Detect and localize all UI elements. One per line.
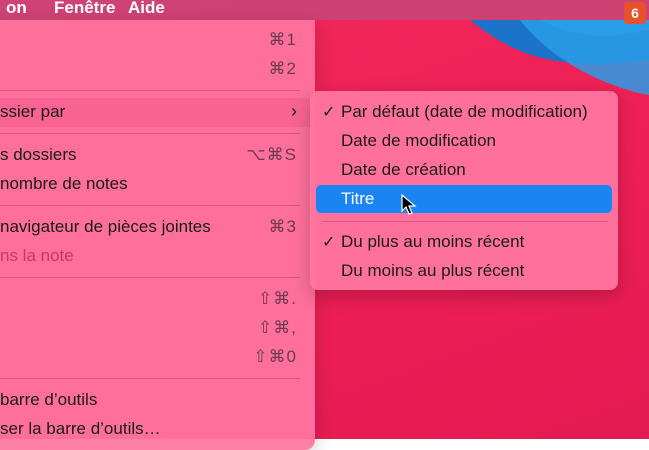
menu-item-label: nombre de notes bbox=[0, 174, 128, 193]
menu-bar: on Fenêtre Aide 6 bbox=[0, 0, 649, 24]
submenu-item-newest-first[interactable]: ✓ Du plus au moins récent bbox=[316, 228, 612, 256]
submenu-item-oldest-first[interactable]: Du moins au plus récent bbox=[316, 257, 612, 285]
dropdown-menu: ⌘1 ⌘2 ssier par › s dossiers ⌥⌘S nombre … bbox=[0, 20, 315, 450]
menubar-item-aide[interactable]: Aide bbox=[122, 0, 171, 20]
menu-item-shortcut: ⇧⌘0 bbox=[253, 347, 297, 366]
menu-item-shortcut: ⌘2 bbox=[268, 59, 297, 78]
submenu-item-label: Par défaut (date de modification) bbox=[341, 102, 588, 121]
notification-badge: 6 bbox=[624, 2, 646, 24]
menu-item-shift-comma[interactable]: ⇧⌘, bbox=[0, 314, 315, 343]
menu-item-folders[interactable]: s dossiers ⌥⌘S bbox=[0, 141, 315, 170]
menu-item-label: navigateur de pièces jointes bbox=[0, 217, 211, 236]
menu-item-shortcut: ⌘1 bbox=[268, 30, 297, 49]
menu-separator bbox=[0, 133, 300, 134]
menu-item-shortcut: ⌥⌘S bbox=[246, 145, 297, 164]
sort-submenu: ✓ Par défaut (date de modification) Date… bbox=[310, 91, 618, 290]
submenu-item-modified-date[interactable]: Date de modification bbox=[316, 127, 612, 155]
submenu-item-created-date[interactable]: Date de création bbox=[316, 156, 612, 184]
submenu-item-label: Titre bbox=[341, 189, 375, 208]
menu-item-label: ser la barre d’outils… bbox=[0, 419, 161, 438]
menu-item-customize-toolbar[interactable]: ser la barre d’outils… bbox=[0, 415, 315, 444]
menubar-item-partial[interactable]: on bbox=[0, 0, 33, 20]
submenu-item-label: Du plus au moins récent bbox=[341, 232, 525, 251]
menu-item-1[interactable]: ⌘1 bbox=[0, 26, 315, 55]
menu-item-shortcut: ⌘3 bbox=[268, 217, 297, 236]
menu-separator bbox=[0, 277, 300, 278]
menu-item-attachments-browser[interactable]: navigateur de pièces jointes ⌘3 bbox=[0, 213, 315, 242]
submenu-item-label: Date de modification bbox=[341, 131, 496, 150]
menu-item-label: ns la note bbox=[0, 246, 74, 265]
menu-item-toolbar[interactable]: barre d’outils bbox=[0, 386, 315, 415]
menu-item-note-count[interactable]: nombre de notes bbox=[0, 170, 315, 199]
menu-item-shortcut: ⇧⌘. bbox=[258, 289, 297, 308]
menu-item-label: ssier par bbox=[0, 102, 66, 121]
submenu-item-title[interactable]: Titre bbox=[316, 185, 612, 213]
checkmark-icon: ✓ bbox=[322, 104, 336, 121]
chevron-right-icon: › bbox=[291, 101, 297, 121]
submenu-item-label: Date de création bbox=[341, 160, 466, 179]
menubar-item-fenetre[interactable]: Fenêtre bbox=[48, 0, 121, 20]
menu-item-label: s dossiers bbox=[0, 145, 77, 164]
menu-item-2[interactable]: ⌘2 bbox=[0, 55, 315, 84]
mouse-pointer-icon bbox=[401, 194, 417, 215]
submenu-item-label: Du moins au plus récent bbox=[341, 261, 525, 280]
menu-separator bbox=[0, 378, 300, 379]
menu-separator bbox=[0, 90, 300, 91]
submenu-item-default[interactable]: ✓ Par défaut (date de modification) bbox=[316, 98, 612, 126]
menu-item-shift-period[interactable]: ⇧⌘. bbox=[0, 285, 315, 314]
menu-item-shortcut: ⇧⌘, bbox=[258, 318, 297, 337]
submenu-separator bbox=[322, 221, 608, 222]
menu-separator bbox=[0, 205, 300, 206]
checkmark-icon: ✓ bbox=[322, 234, 336, 251]
menu-item-sort-by[interactable]: ssier par › bbox=[0, 98, 315, 127]
menu-item-shift-zero[interactable]: ⇧⌘0 bbox=[0, 343, 315, 372]
menu-item-in-note: ns la note bbox=[0, 242, 315, 271]
menu-item-label: barre d’outils bbox=[0, 390, 98, 409]
